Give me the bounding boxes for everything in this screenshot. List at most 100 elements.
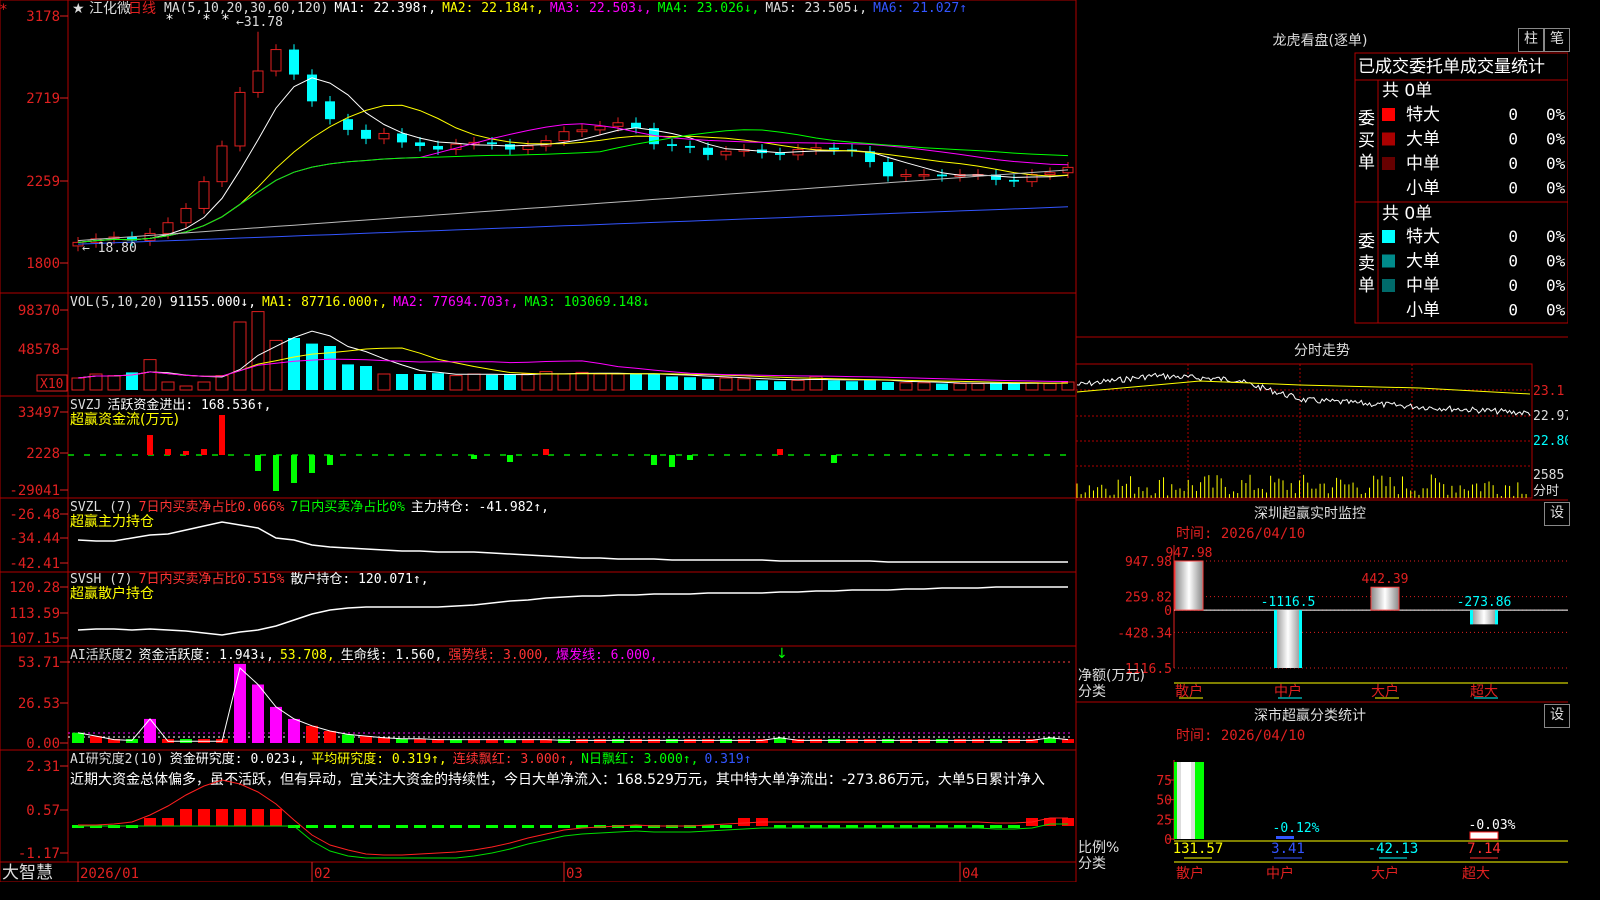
dragon-subtitle: 已成交委托单成交量统计 [1358, 57, 1545, 77]
svzj-header-item: SVZJ [70, 398, 101, 413]
research-bar [1008, 825, 1020, 828]
bar-mode-button[interactable]: 柱 [1518, 28, 1544, 52]
research-bar [378, 825, 390, 828]
classify-value: 131.57 [1173, 841, 1224, 857]
activity-bar [648, 739, 660, 743]
svzj-header-item: 活跃资金进出: 168.536↑, [107, 397, 271, 413]
x-tick-label: 02 [314, 866, 331, 882]
monitor-bar [1274, 610, 1302, 668]
buy-row-label: 小单 [1406, 179, 1440, 199]
ma-header: MA(5,10,20,30,60,120) MA1: 22.398↑, MA2: 2… [164, 1, 967, 16]
vol-header-item: MA1: 87716.000↑, [262, 295, 387, 310]
tick-mode-button[interactable]: 笔 [1544, 28, 1570, 52]
volume-bar [917, 382, 931, 391]
activity-bar [234, 663, 246, 743]
intraday-title: 分时走势 [1294, 343, 1350, 359]
activity-bar [396, 738, 408, 743]
classify-value: 7.14 [1467, 841, 1501, 857]
ma-header-item: MA2: 22.184↑, [442, 1, 544, 16]
candle-body [937, 174, 947, 177]
candle-body [343, 119, 353, 130]
monitor-bar [1470, 610, 1498, 625]
candle-body [180, 207, 192, 224]
ai-research-comment: 近期大资金总体偏多，虽不活跃，但有异动，宜关注大资金的持续性，今日大单净流入：1… [70, 771, 1045, 788]
ai-active-header-item: AI活跃度2 [70, 647, 132, 663]
volume-bar [990, 382, 1002, 390]
sell-row-pct: 0% [1546, 252, 1566, 271]
candle-body [234, 91, 246, 147]
sell-row-swatch [1382, 303, 1395, 317]
buy-side-label: 委 [1358, 109, 1375, 129]
activity-bar [594, 739, 606, 743]
buy-row-swatch [1382, 157, 1395, 170]
research-bar [216, 809, 228, 826]
svzl-axis-label: -42.41 [9, 556, 60, 572]
activity-bar [306, 725, 318, 743]
ai-active-header: AI活跃度2 资金活跃度: 1.943↓, 53.708, 生命线: 1.560, 强势… [70, 647, 658, 663]
activity-bar [270, 706, 282, 743]
activity-bar [324, 730, 336, 743]
activity-bar [738, 739, 750, 743]
candle-body [433, 145, 443, 150]
svzj-axis-label: 2228 [26, 446, 60, 462]
sell-row-count: 0 [1508, 227, 1518, 246]
volume-bar [377, 373, 391, 391]
candle-body [829, 147, 839, 150]
buy-row-count: 0 [1508, 105, 1518, 124]
activity-bar [882, 739, 894, 743]
vol-axis-label: 48578 [18, 342, 60, 358]
sell-side-label: 单 [1358, 276, 1375, 296]
price-axis-label: 1800 [26, 256, 60, 272]
candle-body [720, 150, 732, 156]
svsh-header: SVSH (7) 7日内买卖净占比0.515% 散户持仓: 120.071↑, [70, 571, 429, 587]
buy-side-label: 买 [1358, 131, 1375, 151]
classify-bar [1276, 836, 1294, 839]
marker-star: * [203, 12, 210, 28]
classify-category-label: 超大 [1462, 866, 1490, 882]
volume-bar [611, 373, 625, 391]
ai-active-header-item: 资金活跃度: 1.943↓, [138, 647, 273, 663]
activity-bar [936, 739, 948, 743]
ai-research-header-item: 资金研究度: 0.023↓, [170, 751, 305, 767]
monitor-cat-label: 分类 [1078, 684, 1106, 700]
ma-header-item: MA6: 21.027↑ [873, 1, 967, 16]
ai-active-header-item: 爆发线: 6.000, [556, 647, 658, 663]
intraday-price-line [1076, 372, 1531, 416]
candle-body [1044, 172, 1056, 176]
research-bar [990, 825, 1002, 828]
sell-row-swatch [1382, 230, 1395, 243]
candle-body [594, 125, 606, 131]
classify-category-label: 中户 [1266, 865, 1294, 882]
ai-active-arrow: ↓ [776, 646, 788, 662]
research-bar [1062, 818, 1074, 826]
marker-star: * [166, 12, 173, 28]
sell-row-swatch [1382, 279, 1395, 292]
sell-row-label: 大单 [1406, 252, 1440, 272]
candle-body [397, 133, 407, 143]
volume-bar [414, 374, 426, 390]
candle-body [144, 232, 156, 242]
volume-bar [630, 374, 642, 390]
monitor-bar [1371, 587, 1399, 611]
main-chart-canvas[interactable]: 2026/01 02 03 04 大智慧 3178 2719 2259 1800 * ★ 江化微日线… [0, 0, 1568, 882]
volume-bar [828, 380, 840, 390]
monitor-settings-button[interactable]: 设 [1544, 502, 1570, 526]
monitor-bar-edge [1299, 610, 1302, 668]
x-tick-label: 04 [962, 866, 979, 882]
svsh-axis-label: 113.59 [9, 606, 60, 622]
flow-bar-negative [831, 455, 837, 463]
volume-bar [846, 381, 858, 390]
candle-body [918, 174, 930, 177]
ai-research-axis-label: 2.31 [26, 759, 60, 775]
research-bar [558, 825, 570, 828]
volume-bar [197, 381, 211, 391]
sell-row-count: 0 [1508, 252, 1518, 271]
classify-title: 深市超赢分类统计 [1254, 707, 1366, 724]
high-price-mark: ←31.78 [236, 15, 283, 30]
vol-unit-label: X10 [40, 377, 63, 392]
flow-bar-negative [327, 455, 333, 465]
classify-settings-button[interactable]: 设 [1544, 704, 1570, 728]
volume-bar [342, 364, 354, 390]
volume-bar [899, 382, 913, 391]
svzj-subtitle: 超赢资金流(万元) [70, 411, 179, 428]
